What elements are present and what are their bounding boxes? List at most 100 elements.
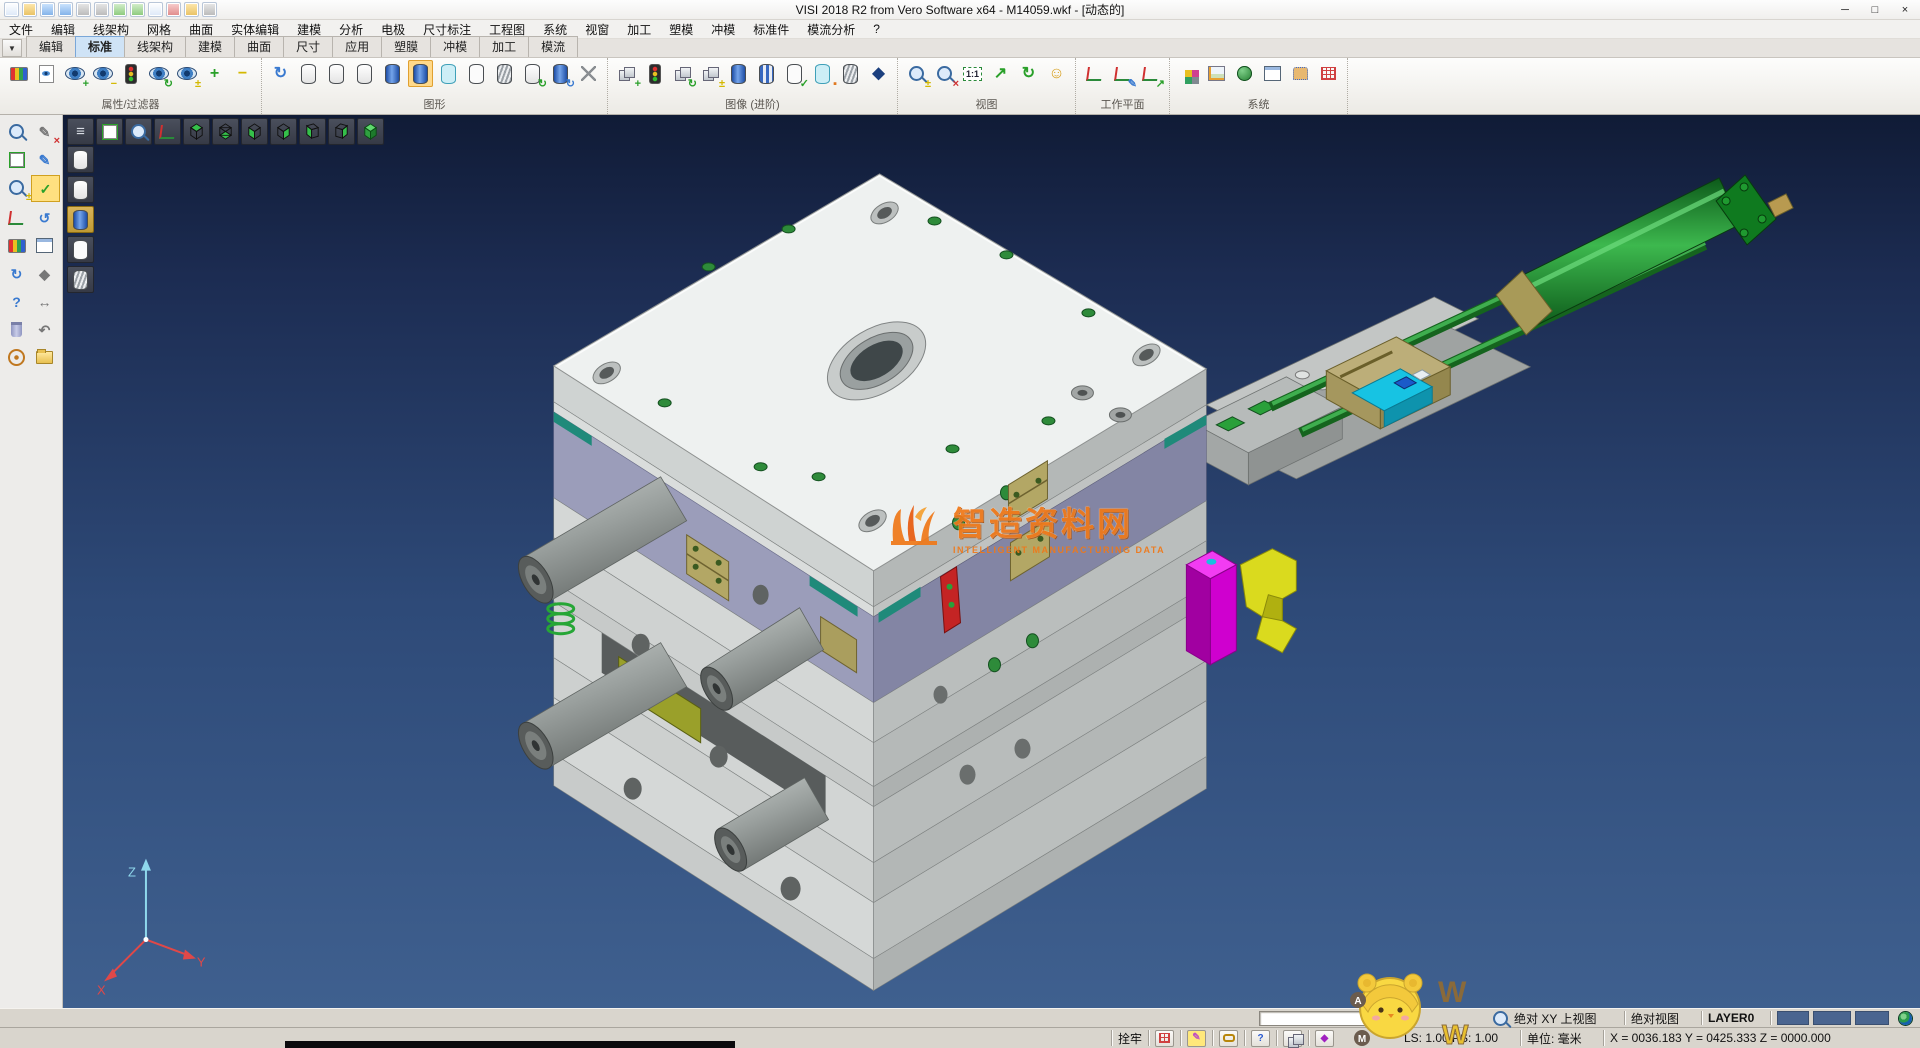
tab-standard[interactable]: 标准: [75, 36, 125, 57]
material-gem-icon[interactable]: ◆: [1315, 1030, 1334, 1047]
view-refresh-icon[interactable]: ↻: [1016, 60, 1041, 87]
filter-shaded-selected-icon[interactable]: [67, 206, 94, 233]
zoom-window-icon[interactable]: [3, 147, 30, 172]
tab-edit[interactable]: 编辑: [26, 36, 76, 57]
red-sensor-part[interactable]: [941, 567, 961, 633]
view-iso-cube-icon[interactable]: [357, 118, 384, 145]
zoom-one-to-one-icon[interactable]: 1:1: [960, 60, 985, 87]
filter-wireframe-icon-2[interactable]: [67, 176, 94, 203]
color-palette-icon[interactable]: [1176, 60, 1201, 87]
view-orientation-label[interactable]: 绝对 XY 上视图: [1514, 1010, 1618, 1027]
cylinder-hatched-adv-icon[interactable]: [838, 60, 863, 87]
menu-edit[interactable]: 编辑: [42, 21, 84, 38]
zoom-plus-minus-icon[interactable]: ±: [3, 175, 30, 200]
menu-mould[interactable]: 塑模: [660, 21, 702, 38]
confirm-check-icon[interactable]: ✓: [31, 175, 60, 202]
menu-progress[interactable]: 冲模: [702, 21, 744, 38]
coordinate-input[interactable]: [1259, 1011, 1377, 1026]
cylinder-shaded-icon[interactable]: [380, 60, 405, 87]
measure-distance-icon[interactable]: ↔: [31, 289, 58, 314]
minimize-button[interactable]: ─: [1830, 1, 1860, 19]
rotate-curve-icon[interactable]: ↺: [31, 205, 58, 230]
render-mode-icon[interactable]: ☺: [1044, 60, 1069, 87]
machining-wheel-icon[interactable]: [3, 345, 30, 370]
status-help-icon[interactable]: ?: [1251, 1030, 1270, 1047]
cylinder-wireframe-icon-3[interactable]: [352, 60, 377, 87]
tab-flow[interactable]: 模流: [528, 36, 578, 57]
toggle-visibility-icon[interactable]: ±: [174, 60, 199, 87]
lock-label[interactable]: 拴牢: [1118, 1030, 1142, 1047]
view-top-cube-icon[interactable]: [183, 118, 210, 145]
menu-mesh[interactable]: 网格: [138, 21, 180, 38]
origin-axis-icon[interactable]: [154, 118, 181, 145]
globe-icon[interactable]: [1899, 1012, 1912, 1025]
view-bottom-cube-icon[interactable]: [212, 118, 239, 145]
filter-wireframe-icon-1[interactable]: [67, 146, 94, 173]
menu-wireframe[interactable]: 线架构: [84, 21, 138, 38]
view-right-cube-icon[interactable]: [328, 118, 355, 145]
tab-dropdown-button[interactable]: ▼: [2, 39, 22, 57]
yellow-clamp-part[interactable]: [1240, 549, 1296, 653]
window-settings-icon[interactable]: [1260, 60, 1285, 87]
undo-arrow-icon[interactable]: ↶: [31, 317, 58, 342]
menu-file[interactable]: 文件: [0, 21, 42, 38]
solids-add-icon[interactable]: +: [614, 60, 639, 87]
window-tiles-icon[interactable]: [31, 233, 58, 258]
view-back-cube-icon[interactable]: [270, 118, 297, 145]
tab-progress[interactable]: 冲模: [430, 36, 480, 57]
refresh-visibility-icon[interactable]: ↻: [146, 60, 171, 87]
tab-surface[interactable]: 曲面: [234, 36, 284, 57]
delete-trash-icon[interactable]: [3, 317, 30, 342]
color-swatch-3[interactable]: [1855, 1011, 1889, 1025]
tab-wireframe[interactable]: 线架构: [124, 36, 186, 57]
active-layer-label[interactable]: LAYER0: [1708, 1011, 1764, 1025]
zoom-arrow-icon[interactable]: ↗: [988, 60, 1013, 87]
color-swatch-2[interactable]: [1813, 1011, 1851, 1025]
view-menu-icon[interactable]: ≡: [67, 118, 94, 145]
visibility-traffic-light-icon[interactable]: [118, 60, 143, 87]
tab-modeling[interactable]: 建模: [185, 36, 235, 57]
workplane-xyz-icon[interactable]: [1082, 60, 1107, 87]
menu-electrode[interactable]: 电极: [372, 21, 414, 38]
export-box-icon[interactable]: [1283, 1030, 1302, 1047]
menu-flow-analysis[interactable]: 模流分析: [798, 21, 864, 38]
view-front-cube-icon[interactable]: [241, 118, 268, 145]
cylinder-wireframe-icon-2[interactable]: [324, 60, 349, 87]
menu-machining[interactable]: 加工: [618, 21, 660, 38]
cylinder-transparent-icon[interactable]: [436, 60, 461, 87]
cylinder-striped-icon[interactable]: [754, 60, 779, 87]
mold-plate-stack[interactable]: [554, 174, 1207, 991]
cylinder-copy-refresh-icon[interactable]: ↻: [520, 60, 545, 87]
display-settings-icon[interactable]: [576, 60, 601, 87]
menu-dimension[interactable]: 尺寸标注: [414, 21, 480, 38]
hydraulic-unit[interactable]: [1192, 175, 1793, 485]
menu-solid-edit[interactable]: 实体编辑: [222, 21, 288, 38]
zoom-window-close-icon[interactable]: ×: [932, 60, 957, 87]
viewport-zoom-dynamic-icon[interactable]: [125, 118, 152, 145]
cylinder-hatched-icon[interactable]: [492, 60, 517, 87]
menu-drafting[interactable]: 工程图: [480, 21, 534, 38]
magenta-slide-part[interactable]: [1186, 551, 1236, 665]
zoom-scale-icon[interactable]: ±: [904, 60, 929, 87]
solids-traffic-light-icon[interactable]: [642, 60, 667, 87]
cylinder-shaded-selected-icon[interactable]: [408, 60, 433, 87]
zoom-dynamic-icon[interactable]: [3, 119, 30, 144]
color-swatch-1[interactable]: [1777, 1011, 1809, 1025]
add-filter-icon[interactable]: +: [202, 60, 227, 87]
refresh-graphics-icon[interactable]: ↻: [268, 60, 293, 87]
remove-filter-icon[interactable]: −: [230, 60, 255, 87]
view-mode-label[interactable]: 绝对视图: [1631, 1010, 1695, 1027]
show-remove-icon[interactable]: −: [90, 60, 115, 87]
tab-dimension[interactable]: 尺寸: [283, 36, 333, 57]
close-button[interactable]: ×: [1890, 1, 1920, 19]
key-icon[interactable]: [1219, 1030, 1238, 1047]
wcs-axis-icon[interactable]: [3, 205, 30, 230]
attributes-palette-icon[interactable]: [6, 60, 31, 87]
tab-machining[interactable]: 加工: [479, 36, 529, 57]
zoom-extents-icon[interactable]: [96, 118, 123, 145]
cylinder-blue-refresh-icon[interactable]: ↻: [548, 60, 573, 87]
copy-attributes-icon[interactable]: [34, 60, 59, 87]
sketch-curve-icon[interactable]: ✎: [31, 147, 58, 172]
magic-wand-icon[interactable]: ✎: [1187, 1030, 1206, 1047]
workplane-sketch-icon[interactable]: ✎: [1110, 60, 1135, 87]
